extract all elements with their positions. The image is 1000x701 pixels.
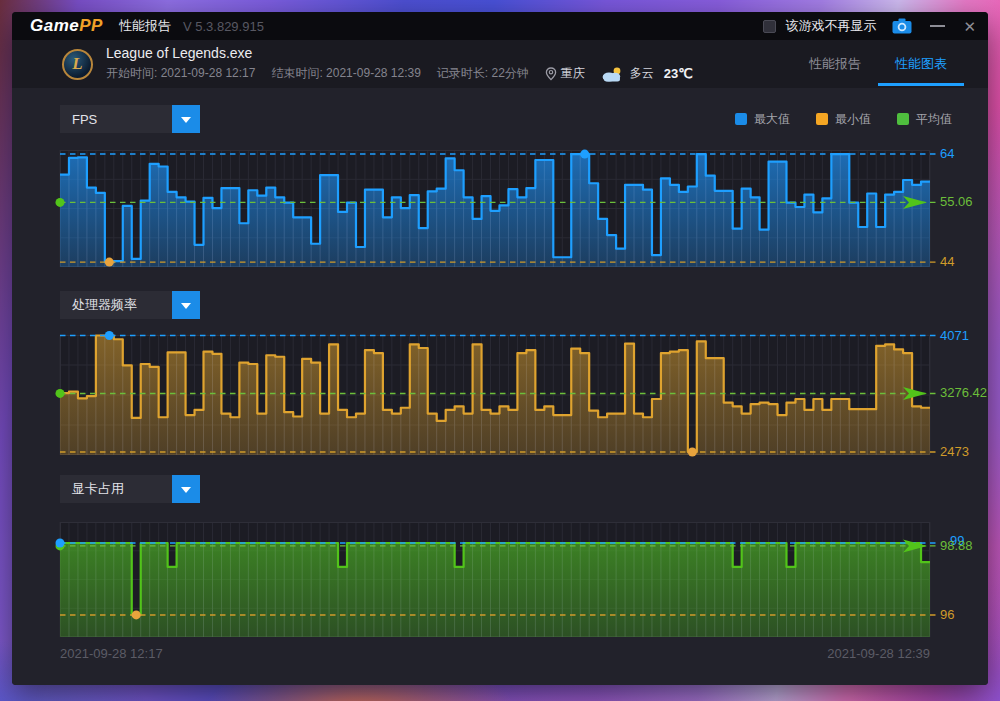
fps-metric-select[interactable]: FPS	[60, 105, 200, 133]
close-button[interactable]: ✕	[963, 19, 976, 34]
city-label: 重庆	[561, 65, 585, 82]
chevron-down-icon[interactable]	[172, 105, 200, 133]
fps-min-label: 44	[940, 254, 954, 269]
x-axis-end-time: 2021-09-28 12:39	[60, 646, 930, 661]
cpu-chart-plot	[60, 335, 930, 455]
fps-max-label: 64	[940, 146, 954, 161]
gpu-chart-plot	[60, 522, 930, 637]
cpu-max-label: 4071	[940, 328, 969, 343]
cpu-control-row: 处理器频率	[60, 291, 952, 319]
cpu-select-value: 处理器频率	[60, 291, 172, 319]
legend-item-avg[interactable]: 平均值	[897, 111, 952, 128]
fps-avg-label: 55.06	[940, 194, 973, 209]
legend-avg-swatch	[897, 113, 909, 125]
legend-max-label: 最大值	[754, 111, 790, 128]
duration: 记录时长: 22分钟	[437, 65, 529, 82]
window-title: 性能报告	[119, 17, 171, 35]
legend-item-min[interactable]: 最小值	[816, 111, 871, 128]
legend-avg-label: 平均值	[916, 111, 952, 128]
end-time: 结束时间: 2021-09-28 12:39	[271, 65, 420, 82]
start-time: 开始时间: 2021-09-28 12:17	[106, 65, 255, 82]
tab-performance-chart[interactable]: 性能图表	[878, 40, 964, 88]
gpu-select-value: 显卡占用	[60, 475, 172, 503]
minimize-button[interactable]	[930, 25, 945, 27]
chevron-down-icon[interactable]	[172, 291, 200, 319]
gpu-avg-label: 98.88	[940, 538, 973, 553]
fps-select-value: FPS	[60, 105, 172, 133]
legend-min-label: 最小值	[835, 111, 871, 128]
game-name: League of Legends.exe	[106, 46, 693, 61]
gamepp-performance-window: GamePP 性能报告 V 5.3.829.915 该游戏不再显示 ✕ L Le…	[12, 12, 988, 685]
report-tabs: 性能报告 性能图表	[792, 40, 964, 88]
fps-chart-plot	[60, 150, 930, 267]
app-version: V 5.3.829.915	[183, 19, 264, 34]
tab-performance-report[interactable]: 性能报告	[792, 40, 878, 88]
report-header: L League of Legends.exe 开始时间: 2021-09-28…	[12, 40, 988, 88]
cpu-metric-select[interactable]: 处理器频率	[60, 291, 200, 319]
gpu-metric-select[interactable]: 显卡占用	[60, 475, 200, 503]
desktop-background: GamePP 性能报告 V 5.3.829.915 该游戏不再显示 ✕ L Le…	[0, 0, 1000, 701]
cpu-avg-label: 3276.42	[940, 385, 987, 400]
legend-item-max[interactable]: 最大值	[735, 111, 790, 128]
weather-icon	[601, 66, 624, 82]
titlebar: GamePP 性能报告 V 5.3.829.915 该游戏不再显示 ✕	[12, 12, 988, 40]
gpu-min-label: 96	[940, 607, 954, 622]
gamepp-logo: GamePP	[30, 16, 103, 36]
legend-max-swatch	[735, 113, 747, 125]
chevron-down-icon[interactable]	[172, 475, 200, 503]
dont-show-again-checkbox[interactable]	[763, 20, 776, 33]
screenshot-button[interactable]	[892, 18, 912, 34]
location-pin-icon	[545, 67, 557, 81]
charts-body: FPS 最大值 最小值 平均值 64 55.06 44 处理器频率	[12, 88, 988, 685]
game-icon: L	[62, 49, 93, 80]
legend-min-swatch	[816, 113, 828, 125]
dont-show-again-label: 该游戏不再显示	[785, 17, 876, 35]
chart-legend: 最大值 最小值 平均值	[735, 111, 952, 128]
fps-control-row: FPS 最大值 最小值 平均值	[60, 105, 952, 133]
cpu-min-label: 2473	[940, 444, 969, 459]
temperature-label: 23℃	[664, 66, 693, 81]
weather-label: 多云	[630, 65, 654, 82]
gpu-control-row: 显卡占用	[60, 475, 952, 503]
